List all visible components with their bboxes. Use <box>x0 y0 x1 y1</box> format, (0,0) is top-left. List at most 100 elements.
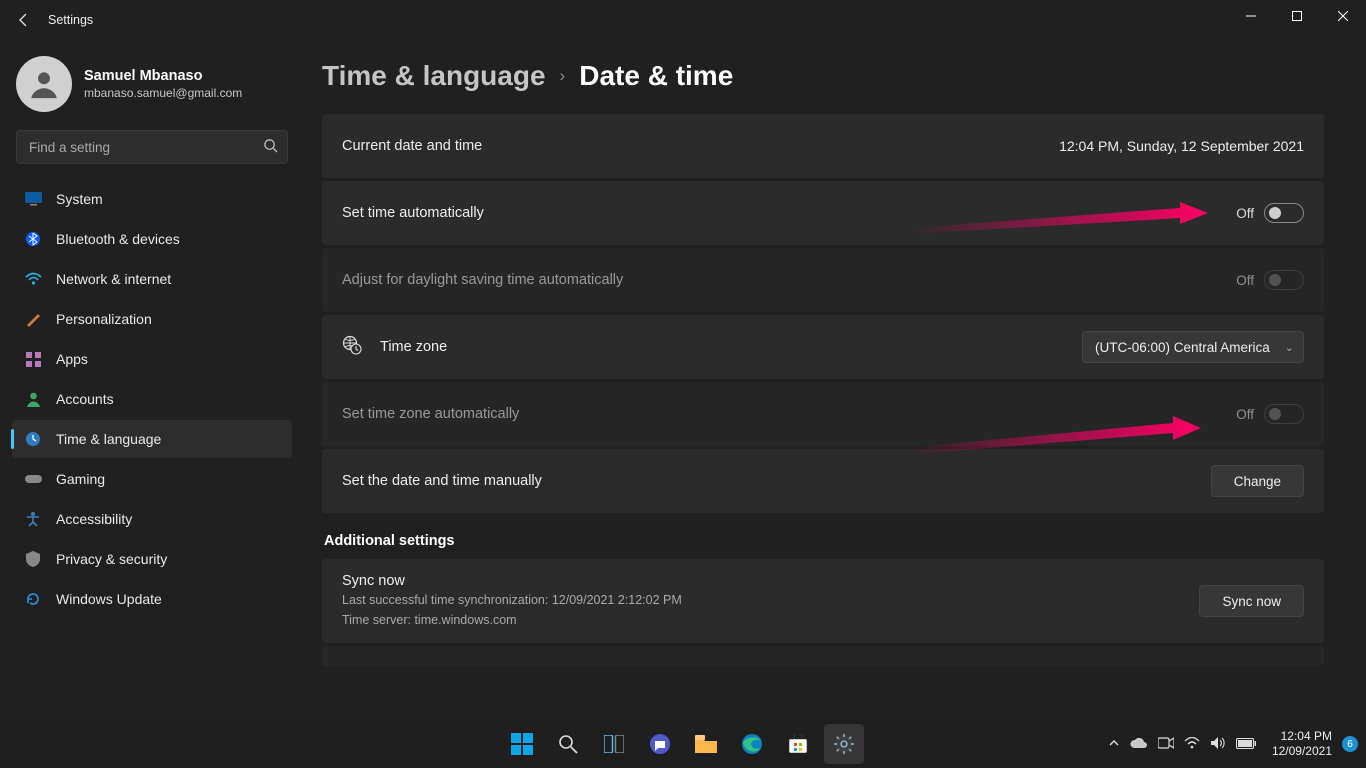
volume-icon[interactable] <box>1210 736 1226 753</box>
profile-name: Samuel Mbanaso <box>84 68 242 84</box>
store-button[interactable] <box>778 724 818 764</box>
sidebar-item-label: Time & language <box>56 431 161 447</box>
sidebar-item-label: System <box>56 191 103 207</box>
row-time-zone: Time zone (UTC-06:00) Central America ⌄ <box>322 315 1324 379</box>
sidebar-item-label: Windows Update <box>56 591 162 607</box>
window-controls <box>1228 0 1366 32</box>
toggle-dst <box>1264 270 1304 290</box>
start-button[interactable] <box>502 724 542 764</box>
notification-badge[interactable]: 6 <box>1342 736 1358 752</box>
sidebar-item-label: Accounts <box>56 391 114 407</box>
gear-icon <box>833 733 855 755</box>
tray-chevron-up-icon[interactable] <box>1108 736 1120 752</box>
dropdown-value: (UTC-06:00) Central America <box>1095 340 1270 355</box>
arrow-left-icon <box>16 12 32 28</box>
chevron-right-icon: › <box>560 66 566 86</box>
toggle-set-time-automatically[interactable] <box>1264 203 1304 223</box>
clock-time: 12:04 PM <box>1272 729 1332 744</box>
section-additional-settings: Additional settings <box>324 533 1324 549</box>
page-title: Date & time <box>579 60 733 92</box>
apps-icon <box>24 350 42 368</box>
sync-now-button[interactable]: Sync now <box>1199 585 1304 617</box>
taskbar: 12:04 PM 12/09/2021 6 <box>0 720 1366 768</box>
sidebar-item-label: Network & internet <box>56 271 171 287</box>
task-view-icon <box>604 735 624 753</box>
row-label: Set the date and time manually <box>342 473 542 489</box>
sidebar-item-label: Accessibility <box>56 511 132 527</box>
refresh-icon <box>24 590 42 608</box>
minimize-button[interactable] <box>1228 0 1274 32</box>
wifi-tray-icon[interactable] <box>1184 736 1200 752</box>
maximize-button[interactable] <box>1274 0 1320 32</box>
folder-icon <box>695 735 717 753</box>
button-label: Change <box>1234 474 1281 489</box>
sidebar-item-windows-update[interactable]: Windows Update <box>12 580 292 618</box>
search-box <box>16 130 288 164</box>
windows-logo-icon <box>511 733 533 755</box>
sidebar-item-label: Personalization <box>56 311 152 327</box>
person-icon <box>27 67 61 101</box>
change-button[interactable]: Change <box>1211 465 1304 497</box>
wifi-icon <box>24 270 42 288</box>
meet-now-icon[interactable] <box>1158 736 1174 752</box>
system-tray: 12:04 PM 12/09/2021 6 <box>1108 729 1358 759</box>
toggle-state: Off <box>1236 206 1254 221</box>
toggle-wrap: Off <box>1236 203 1304 223</box>
current-date-time-value: 12:04 PM, Sunday, 12 September 2021 <box>1059 138 1304 154</box>
onedrive-icon[interactable] <box>1130 736 1148 752</box>
sidebar-item-label: Gaming <box>56 471 105 487</box>
row-label: Current date and time <box>342 138 482 154</box>
sidebar-item-system[interactable]: System <box>12 180 292 218</box>
accessibility-icon <box>24 510 42 528</box>
chat-button[interactable] <box>640 724 680 764</box>
bluetooth-icon <box>24 230 42 248</box>
row-current-date-time: Current date and time 12:04 PM, Sunday, … <box>322 114 1324 178</box>
sidebar-item-bluetooth[interactable]: Bluetooth & devices <box>12 220 292 258</box>
profile-block[interactable]: Samuel Mbanaso mbanaso.samuel@gmail.com <box>16 56 288 112</box>
settings-taskbar-button[interactable] <box>824 724 864 764</box>
toggle-wrap: Off <box>1236 404 1304 424</box>
sidebar-item-accounts[interactable]: Accounts <box>12 380 292 418</box>
file-explorer-button[interactable] <box>686 724 726 764</box>
search-icon <box>558 734 578 754</box>
taskbar-search-button[interactable] <box>548 724 588 764</box>
chat-icon <box>649 733 671 755</box>
row-set-timezone-automatically: Set time zone automatically Off <box>322 382 1324 446</box>
monitor-icon <box>24 190 42 208</box>
sync-server: Time server: time.windows.com <box>342 611 682 629</box>
search-input[interactable] <box>16 130 288 164</box>
sidebar-item-time-language[interactable]: Time & language <box>12 420 292 458</box>
row-label: Set time automatically <box>342 205 484 221</box>
sidebar-item-privacy[interactable]: Privacy & security <box>12 540 292 578</box>
battery-icon[interactable] <box>1236 736 1256 752</box>
clock-icon <box>24 430 42 448</box>
nav-list: System Bluetooth & devices Network & int… <box>12 180 292 618</box>
sidebar-item-label: Bluetooth & devices <box>56 231 180 247</box>
edge-button[interactable] <box>732 724 772 764</box>
row-dst-automatically: Adjust for daylight saving time automati… <box>322 248 1324 312</box>
taskbar-clock[interactable]: 12:04 PM 12/09/2021 <box>1272 729 1332 759</box>
sidebar: Samuel Mbanaso mbanaso.samuel@gmail.com … <box>12 48 292 618</box>
close-button[interactable] <box>1320 0 1366 32</box>
toggle-state: Off <box>1236 273 1254 288</box>
sidebar-item-personalization[interactable]: Personalization <box>12 300 292 338</box>
toggle-state: Off <box>1236 407 1254 422</box>
sidebar-item-network[interactable]: Network & internet <box>12 260 292 298</box>
edge-icon <box>741 733 763 755</box>
breadcrumb-parent[interactable]: Time & language <box>322 60 546 92</box>
sidebar-item-accessibility[interactable]: Accessibility <box>12 500 292 538</box>
sync-last-success: Last successful time synchronization: 12… <box>342 591 682 609</box>
avatar <box>16 56 72 112</box>
time-zone-dropdown[interactable]: (UTC-06:00) Central America ⌄ <box>1082 331 1304 363</box>
button-label: Sync now <box>1222 594 1281 609</box>
back-button[interactable] <box>6 2 42 38</box>
sync-title: Sync now <box>342 573 682 589</box>
sidebar-item-gaming[interactable]: Gaming <box>12 460 292 498</box>
store-icon <box>788 734 808 754</box>
task-view-button[interactable] <box>594 724 634 764</box>
row-truncated <box>322 646 1324 666</box>
taskbar-center <box>502 724 864 764</box>
shield-icon <box>24 550 42 568</box>
sidebar-item-apps[interactable]: Apps <box>12 340 292 378</box>
sidebar-item-label: Apps <box>56 351 88 367</box>
